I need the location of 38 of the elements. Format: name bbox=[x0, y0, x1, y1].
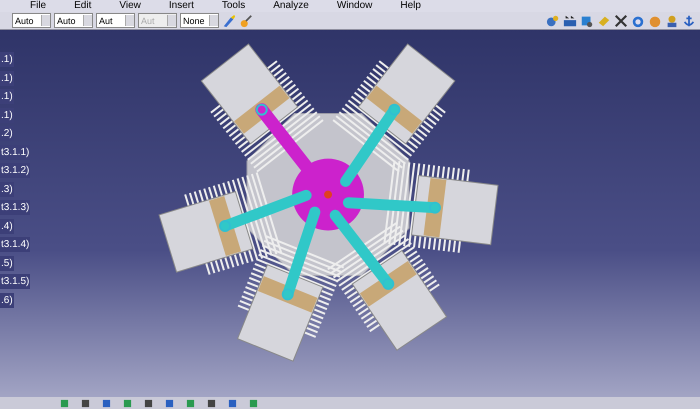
tree-item[interactable]: .1) bbox=[0, 52, 14, 67]
style-dropdown[interactable]: Auto bbox=[12, 13, 51, 28]
toolbar-icon[interactable] bbox=[102, 398, 111, 408]
tree-item[interactable]: t3.1.2) bbox=[0, 163, 30, 178]
person-icon[interactable] bbox=[665, 14, 679, 28]
menu-item[interactable]: Analyze bbox=[273, 0, 309, 12]
toolbar-icon[interactable] bbox=[228, 398, 237, 408]
tree-item[interactable]: .1) bbox=[0, 108, 14, 122]
menu-item[interactable]: Insert bbox=[168, 0, 194, 12]
menu-item[interactable]: Window bbox=[336, 0, 372, 12]
tree-item[interactable]: .3) bbox=[0, 182, 14, 196]
style-dropdown[interactable]: Auto bbox=[54, 13, 93, 28]
paint-icon[interactable] bbox=[239, 14, 253, 28]
tree-item[interactable]: t3.1.5) bbox=[0, 274, 30, 289]
cube-icon[interactable] bbox=[580, 14, 594, 28]
menu-item[interactable]: View bbox=[119, 0, 141, 12]
brush-icon[interactable] bbox=[222, 14, 236, 28]
menu-item[interactable]: Help bbox=[400, 0, 421, 12]
toolbar-icon[interactable] bbox=[81, 398, 90, 408]
tree-item[interactable]: t3.1.3) bbox=[0, 200, 30, 215]
tree-item[interactable]: t3.1.1) bbox=[0, 144, 30, 160]
menu-item[interactable]: File bbox=[30, 0, 46, 12]
toolbar-icon[interactable] bbox=[144, 398, 153, 408]
toolbar-icon[interactable] bbox=[165, 398, 174, 408]
menu-item[interactable]: Tools bbox=[222, 0, 246, 12]
style-dropdown[interactable]: None bbox=[180, 13, 219, 28]
menu-item[interactable]: Edit bbox=[74, 0, 92, 12]
3d-viewport[interactable]: .1) .1) .1) .1) .2) t3.1.1) t3.1.2) .3) t3.1.3) .4) t3.1.4) .5) t3.1.5) .6) bbox=[0, 30, 700, 397]
toolbar-icon[interactable] bbox=[207, 398, 216, 408]
tree-item[interactable]: .1) bbox=[0, 70, 14, 86]
tree-item[interactable]: .2) bbox=[0, 126, 14, 141]
style-dropdown[interactable]: Aut bbox=[96, 13, 135, 28]
tree-item[interactable]: .5) bbox=[0, 256, 14, 270]
tree-item[interactable]: .1) bbox=[0, 89, 14, 104]
tree-item[interactable]: .6) bbox=[0, 292, 14, 308]
tree-item[interactable]: t3.1.4) bbox=[0, 237, 30, 252]
tree-item[interactable]: .4) bbox=[0, 218, 14, 234]
anchor-icon[interactable] bbox=[682, 14, 696, 28]
